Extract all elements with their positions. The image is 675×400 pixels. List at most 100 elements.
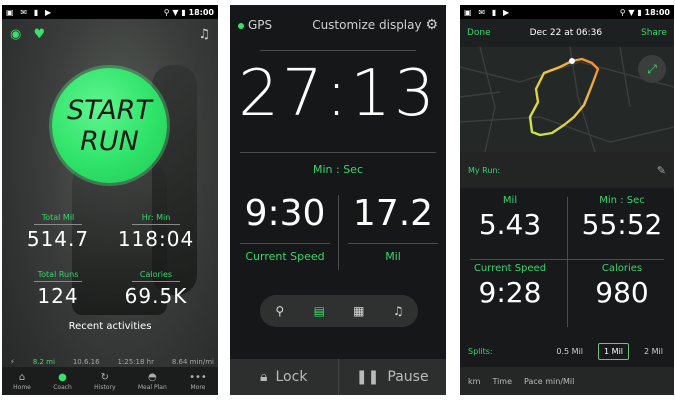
splits-table-header: km Time Pace min/Mil	[460, 367, 674, 395]
calories-stat: Calories 980	[572, 263, 672, 309]
notification-icons: ▣ ✉ ▮ ▶	[464, 7, 512, 17]
notification-icons: ▣ ✉ ▮ ▶	[6, 7, 54, 17]
distance-value: 17.2	[352, 193, 434, 234]
music-note-icon[interactable]: ♫	[198, 27, 210, 42]
nav-meal-plan[interactable]: ◓ Meal Plan	[138, 372, 167, 391]
meal-plan-icon: ◓	[147, 371, 157, 383]
home-icon: ⌂	[18, 371, 26, 383]
expand-map-icon[interactable]: ⤢	[638, 55, 666, 83]
summary-header: Done Dec 22 at 06:36 Share	[460, 19, 674, 47]
gps-dot-icon	[238, 22, 244, 29]
split-option-one-mil[interactable]: 1 Mil	[598, 343, 630, 360]
current-speed-label: Current Speed	[245, 250, 325, 263]
total-mil-stat: Total Mil 514.7	[18, 205, 98, 251]
map-pin-icon[interactable]: ⚲	[268, 304, 292, 318]
recent-pace: 8.64 min/mi	[171, 358, 214, 366]
start-run-screen: ▣ ✉ ▮ ▶ ⚲ ▼ ▮ 18:00 ◉ ♥ ♫ START RUN Tota…	[2, 5, 218, 395]
stat-value: 55:52	[581, 208, 663, 241]
divider	[470, 259, 664, 260]
stat-value: 9:28	[478, 276, 542, 309]
stat-label: Hr: Min	[132, 213, 180, 225]
speed-stat: Current Speed 9:28	[460, 263, 560, 309]
route-path	[528, 57, 600, 137]
column-header: km	[468, 376, 481, 386]
status-right: ⚲ ▼ ▮ 18:00	[163, 7, 214, 17]
recent-activity-row[interactable]: ⚡ 8.2 mi 10.6.16 1:25:18 hr 8.64 min/mi	[10, 358, 214, 366]
recent-activities-title: Recent activities	[68, 321, 152, 332]
stat-value: 5.43	[478, 208, 542, 241]
nav-more[interactable]: ••• More	[189, 372, 207, 391]
start-run-button[interactable]: START RUN	[52, 68, 167, 183]
stats-list-icon[interactable]: ▤	[307, 304, 331, 318]
gps-pin-icon[interactable]: ◉	[10, 27, 21, 42]
recent-distance: 8.2 mi	[32, 358, 55, 366]
current-speed-value: 9:30	[244, 193, 326, 234]
customize-label: Customize display	[312, 18, 422, 32]
status-time: 18:00	[188, 7, 214, 17]
status-right: ⚲ ▼ ▮ 18:00	[619, 7, 670, 17]
divider	[240, 243, 330, 244]
nav-label: Meal Plan	[137, 383, 167, 391]
customize-display-button[interactable]: Customize display ⚙	[312, 17, 438, 33]
stat-label: Current Speed	[473, 263, 547, 274]
splits-selector: Splits: 0.5 Mil 1 Mil 2 Mil	[468, 343, 668, 360]
more-icon: •••	[189, 371, 207, 383]
stat-label: Calories	[601, 263, 643, 274]
music-note-icon[interactable]: ♫	[386, 304, 410, 318]
split-option-half-mil[interactable]: 0.5 Mil	[551, 344, 588, 359]
start-label: START	[67, 94, 152, 126]
stat-value: 118:04	[117, 227, 195, 251]
lock-button[interactable]: 🔒︎ Lock	[230, 359, 338, 395]
stat-value: 69.5K	[124, 284, 188, 308]
gps-status: GPS	[238, 18, 272, 32]
stat-value: 514.7	[26, 227, 90, 251]
recent-date: 10.6.16	[72, 358, 100, 366]
divider	[338, 195, 339, 270]
time-unit-label: Min : Sec	[312, 163, 363, 176]
route-map[interactable]: ⤢	[460, 47, 674, 152]
done-button[interactable]: Done	[467, 28, 491, 38]
stat-label: Total Mil	[34, 213, 82, 225]
heart-icon[interactable]: ♥	[33, 27, 45, 42]
distance-stat: Mil 5.43	[460, 195, 560, 241]
total-runs-stat: Total Runs 124	[18, 262, 98, 308]
stat-label: Calories	[132, 270, 180, 282]
nav-coach[interactable]: ● Coach	[53, 372, 72, 391]
status-bar: ▣ ✉ ▮ ▶ ⚲ ▼ ▮ 18:00	[460, 5, 674, 19]
nav-label: Home	[13, 383, 31, 391]
display-toolbar: ⚲ ▤ ▦ ♫	[260, 295, 418, 327]
split-option-two-mil[interactable]: 2 Mil	[639, 344, 668, 359]
divider	[348, 243, 438, 244]
gps-label: GPS	[248, 18, 273, 32]
divider	[260, 50, 416, 51]
run-summary-screen: ▣ ✉ ▮ ▶ ⚲ ▼ ▮ 18:00 Done Dec 22 at 06:36…	[460, 5, 674, 395]
bottom-actions: 🔒︎ Lock ❚❚ Pause	[230, 359, 446, 395]
finish-flag-icon	[569, 58, 575, 64]
pause-button[interactable]: ❚❚ Pause	[337, 359, 447, 395]
stat-label: Mil	[502, 195, 518, 206]
hr-min-stat: Hr: Min 118:04	[116, 205, 196, 251]
splits-label: Splits:	[468, 347, 493, 356]
nav-home[interactable]: ⌂ Home	[13, 372, 31, 391]
distance-label: Mil	[385, 250, 401, 263]
nav-label: Coach	[53, 383, 72, 391]
nav-label: More	[190, 383, 206, 391]
my-run-bar: My Run: ✎	[460, 152, 674, 188]
nav-history[interactable]: ↻ History	[94, 372, 115, 391]
stat-label: Min : Sec	[599, 195, 645, 206]
run-date-title: Dec 22 at 06:36	[529, 28, 603, 38]
calories-stat: Calories 69.5K	[116, 262, 196, 308]
calendar-icon[interactable]: ▦	[347, 304, 371, 318]
nav-label: History	[94, 383, 116, 391]
pause-icon: ❚❚	[355, 369, 380, 385]
stat-value: 980	[595, 276, 649, 309]
share-button[interactable]: Share	[641, 28, 667, 38]
stat-label: Total Runs	[34, 270, 82, 282]
time-stat: Min : Sec 55:52	[572, 195, 672, 241]
my-run-label: My Run:	[468, 165, 501, 175]
edit-pencil-icon[interactable]: ✎	[657, 164, 666, 177]
bottom-nav: ⌂ Home ● Coach ↻ History ◓ Meal Plan ••• More	[2, 367, 218, 395]
running-screen: GPS Customize display ⚙ 27:13 Min : Sec …	[230, 5, 446, 395]
recent-duration: 1:25:18 hr	[117, 358, 154, 366]
column-header: Time	[492, 376, 513, 386]
